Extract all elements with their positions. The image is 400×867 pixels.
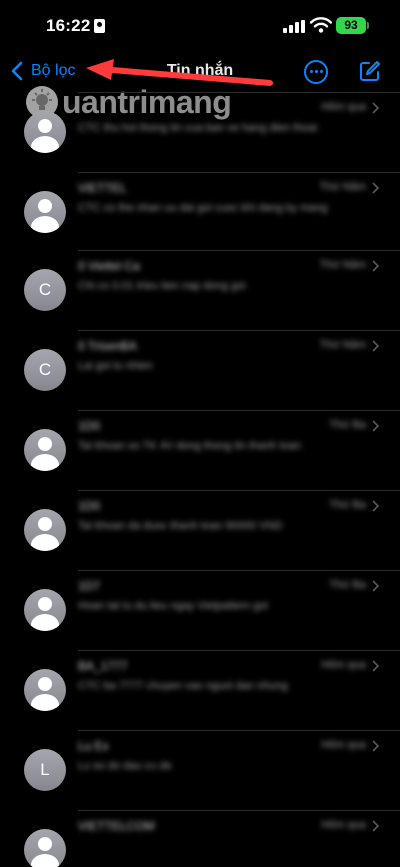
row-separator [78,650,400,651]
sender-name: VIETTEL [78,181,127,195]
chevron-right-icon [372,660,380,672]
person-avatar-icon [24,191,66,233]
row-separator [78,250,400,251]
initial-avatar: L [24,749,66,791]
message-time: Thứ Ba [329,499,366,511]
sender-name: VIETTELCOM [78,819,155,833]
person-avatar-icon [24,829,66,867]
wifi-icon [310,17,332,33]
conversation-row[interactable]: 1D0 Thứ Ba Tai khoan so TK 4V dong thong t… [0,410,400,489]
sender-name: 1D7 [78,579,101,593]
row-separator [78,810,400,811]
message-time: Hôm qua [321,659,366,671]
status-time: 16:22 [46,16,91,35]
person-avatar-icon [24,111,66,153]
message-time: Thứ Năm [319,181,366,193]
row-separator [78,92,400,93]
conversation-row[interactable]: VIETTEL Thứ Năm CTC co the nhan uu dai goi… [0,172,400,251]
sender-name: BA_1777 [78,659,128,673]
row-separator [78,410,400,411]
message-time: Hôm qua [321,739,366,751]
message-preview [78,838,388,867]
row-separator [78,330,400,331]
message-time: Hôm qua [321,101,366,113]
chevron-right-icon [372,580,380,592]
sender-name: 1D0 [78,499,101,513]
more-options-button[interactable] [304,60,328,84]
chevron-right-icon [372,740,380,752]
chevron-right-icon [372,420,380,432]
conversation-row[interactable]: C 0 TrisenBA Thứ Năm Lai goi tu nhien [0,330,400,409]
message-preview: Tai khoan so TK 4V dong thong tin thanh … [78,440,302,452]
message-preview: Tai khoan da duoc thanh toan 90000 VND [78,520,283,532]
initial-avatar: C [24,269,66,311]
message-time: Thứ Ba [329,419,366,431]
conversation-row[interactable]: L Lu Ex Hôm qua Lu so do dau cu de [0,730,400,809]
message-preview: Lai goi tu nhien [78,360,153,372]
avatar-initial: C [38,360,52,379]
message-preview: Hoan tat tu du lieu ngay Vietpattern goi [78,600,268,612]
avatar-initial: L [40,760,50,779]
person-avatar-icon [24,669,66,711]
battery-cap [367,22,369,29]
conversation-row[interactable]: C 0 Viettel Ca Thứ Năm Chi co 0.01 trieu ti… [0,250,400,329]
sender-name: 0 TrisenBA [78,339,137,353]
person-avatar-icon [24,589,66,631]
conversation-row[interactable]: BA_1777 Hôm qua CTC ba 7777 chuyen vao ngu… [0,650,400,729]
initial-avatar: C [24,349,66,391]
chevron-right-icon [372,182,380,194]
conversation-row[interactable]: Hôm qua CTC thu hoi thong tin cua ban ve … [0,92,400,171]
page-title: Tin nhắn [166,62,234,79]
conversation-row[interactable]: 1D7 Thứ Ba Hoan tat tu du lieu ngay Vietpa… [0,570,400,649]
sender-name: Lu Ex [78,739,109,753]
cellular-signal-icon [283,20,305,33]
message-preview: CTC co the nhan uu dai goi cuoc khi dang… [78,202,328,214]
row-separator [78,570,400,571]
person-avatar-icon [24,429,66,471]
sender-name: 1D0 [78,419,101,433]
chevron-right-icon [372,260,380,272]
message-preview: Chi co 0.01 trieu tien nap dong goi [78,280,246,292]
chevron-right-icon [372,340,380,352]
battery-icon: 93 [336,17,366,34]
navigation-bar: Bộ lọc Tin nhắn [0,52,400,92]
status-bar: 16:22 93 [0,0,400,52]
message-time: Hôm qua [321,819,366,831]
chevron-right-icon [372,820,380,832]
message-time: Thứ Năm [319,339,366,351]
message-preview: CTC ba 7777 chuyen vao nguoi dan nhung [78,680,288,692]
row-separator [78,490,400,491]
person-avatar-icon [24,509,66,551]
conversation-row[interactable]: VIETTELCOM Hôm qua [0,810,400,867]
contact-card-icon [94,19,105,33]
compose-icon[interactable] [358,59,382,83]
chevron-right-icon [372,500,380,512]
chevron-right-icon [372,102,380,114]
avatar-initial: C [38,280,52,299]
message-preview: Lu so do dau cu de [78,760,172,772]
message-time: Thứ Năm [319,259,366,271]
message-time: Thứ Ba [329,579,366,591]
row-separator [78,172,400,173]
message-preview: CTC thu hoi thong tin cua ban ve hang di… [78,122,318,134]
sender-name: 0 Viettel Ca [78,259,140,273]
conversation-row[interactable]: 1D0 Thứ Ba Tai khoan da duoc thanh toan 90… [0,490,400,569]
row-separator [78,730,400,731]
